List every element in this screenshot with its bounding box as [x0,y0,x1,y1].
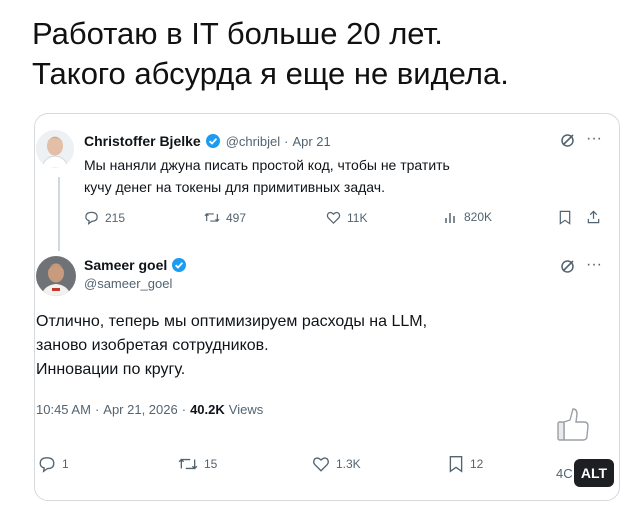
main-author-name[interactable]: Sameer goel [84,257,167,273]
repost-icon [178,458,198,470]
quoted-reply-button[interactable]: 215 [84,210,125,225]
main-bookmark-count: 12 [470,457,484,471]
main-tweet-text: Отлично, теперь мы оптимизируем расходы … [36,310,427,382]
main-text-line-1: Отлично, теперь мы оптимизируем расходы … [36,313,428,330]
more-options-icon[interactable]: ··· [586,130,602,148]
main-repost-count: 15 [204,457,218,471]
quoted-repost-count: 497 [226,210,247,225]
alt-text-button[interactable]: ALT [574,459,614,487]
main-text-line-3: Инновации по кругу. [36,361,186,378]
bookmark-icon [449,456,463,473]
reply-icon [39,457,55,473]
heart-icon [326,211,341,224]
main-bookmark-button[interactable]: 12 [448,455,483,473]
meta-separator: · [94,402,100,417]
more-options-icon[interactable]: ··· [586,256,602,274]
main-text-line-2: заново изобретая сотрудников. [36,337,269,354]
views-label: Views [228,402,264,417]
quoted-date[interactable]: Apr 21 [292,134,330,149]
main-repost-button[interactable]: 15 [178,455,217,473]
quoted-text-line-1: Мы наняли джуна писать простой код, чтоб… [84,157,450,173]
truncated-share-count: 4C [556,466,573,481]
quoted-repost-button[interactable]: 497 [204,210,246,225]
quoted-views-button[interactable]: 820K [444,210,492,224]
tweet-time[interactable]: 10:45 AM [36,402,91,417]
quoted-handle[interactable]: @chribjel [226,134,280,149]
heart-icon [313,457,329,472]
grok-icon[interactable] [560,132,576,148]
main-handle[interactable]: @sameer_goel [84,276,172,291]
sameer-avatar[interactable] [36,256,76,296]
verified-badge-icon [171,257,187,273]
quoted-views-count: 820K [464,210,493,224]
main-tweet-author-row: Sameer goel [84,256,187,274]
main-reply-button[interactable]: 1 [38,455,69,473]
post-caption: Работаю в IT больше 20 лет. Такого абсур… [32,14,509,94]
verified-badge-icon [205,133,221,149]
analytics-icon [445,213,455,223]
quoted-tweet-text: Мы наняли джуна писать простой код, чтоб… [84,154,450,198]
quoted-author-name[interactable]: Christoffer Bjelke [84,133,201,149]
reply-icon [85,211,98,225]
quoted-tweet-header: Christoffer Bjelke @chribjel · Apr 21 [84,132,331,150]
main-reply-count: 1 [62,457,69,471]
main-tweet-meta: 10:45 AM · Apr 21, 2026 · 40.2K Views [36,402,263,417]
tweet-date[interactable]: Apr 21, 2026 [103,402,177,417]
quoted-share-icon[interactable] [586,209,601,225]
caption-line-2: Такого абсурда я еще не видела. [32,56,509,91]
quoted-reply-count: 215 [105,210,126,225]
grok-icon[interactable] [560,258,576,274]
thread-connector [58,177,60,251]
quoted-separator: · [284,133,289,149]
main-like-count: 1.3K [336,457,361,471]
views-count: 40.2K [190,402,225,417]
christoffer-avatar[interactable] [36,130,74,168]
main-like-button[interactable]: 1.3K [312,455,361,473]
repost-icon [204,213,220,222]
quoted-like-count: 11K [347,210,368,225]
thumbs-up-icon [555,404,591,444]
quoted-bookmark-icon[interactable] [558,210,572,225]
quoted-like-button[interactable]: 11K [326,210,367,225]
caption-line-1: Работаю в IT больше 20 лет. [32,16,443,51]
quoted-text-line-2: кучу денег на токены для примитивных зад… [84,179,385,195]
meta-separator: · [181,402,187,417]
